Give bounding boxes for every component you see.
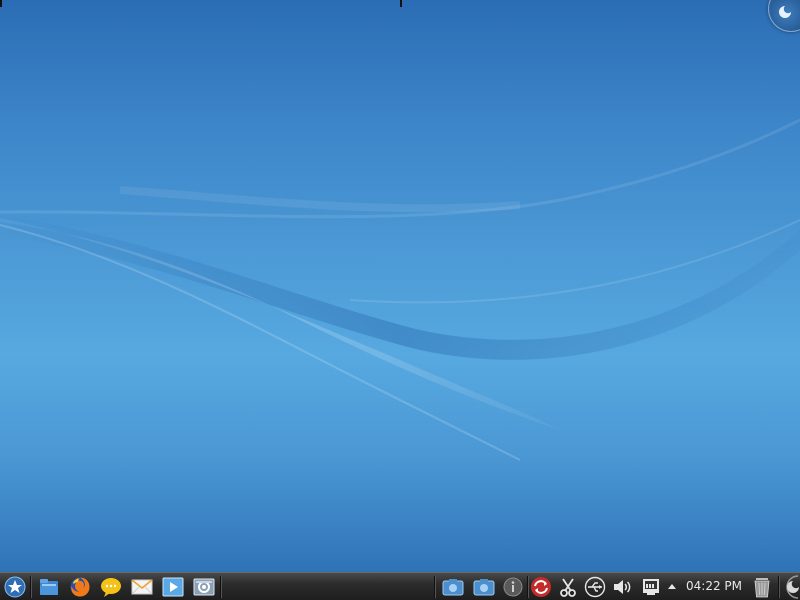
panel-separator [527,576,528,598]
clock[interactable]: 04:22 PM [686,573,742,600]
wallpaper-swoosh [0,118,800,461]
system-settings-icon[interactable] [192,575,216,599]
volume-icon[interactable] [610,575,634,599]
info-icon[interactable] [501,575,525,599]
edge-marker [0,0,2,7]
firefox-icon[interactable] [68,575,92,599]
panel-separator [30,576,31,598]
panel-separator [220,576,221,598]
edge-marker [400,0,402,7]
usb-device-icon[interactable] [583,575,607,599]
media-player-icon[interactable] [161,575,185,599]
trash-icon[interactable] [750,575,774,599]
panel-cashew-icon[interactable] [779,575,800,599]
screenshot-icon[interactable] [472,575,496,599]
file-manager-icon[interactable] [37,575,61,599]
mail-icon[interactable] [130,575,154,599]
screenshot-icon[interactable] [441,575,465,599]
tray-expand-arrow-icon[interactable] [665,575,679,599]
taskbar-panel: 04:22 PM [0,572,800,600]
panel-separator [434,576,435,598]
network-icon[interactable] [639,575,663,599]
update-icon[interactable] [529,575,553,599]
desktop-wallpaper[interactable] [0,0,800,572]
chat-icon[interactable] [99,575,123,599]
klipper-scissors-icon[interactable] [556,575,580,599]
application-launcher-icon[interactable] [3,575,27,599]
